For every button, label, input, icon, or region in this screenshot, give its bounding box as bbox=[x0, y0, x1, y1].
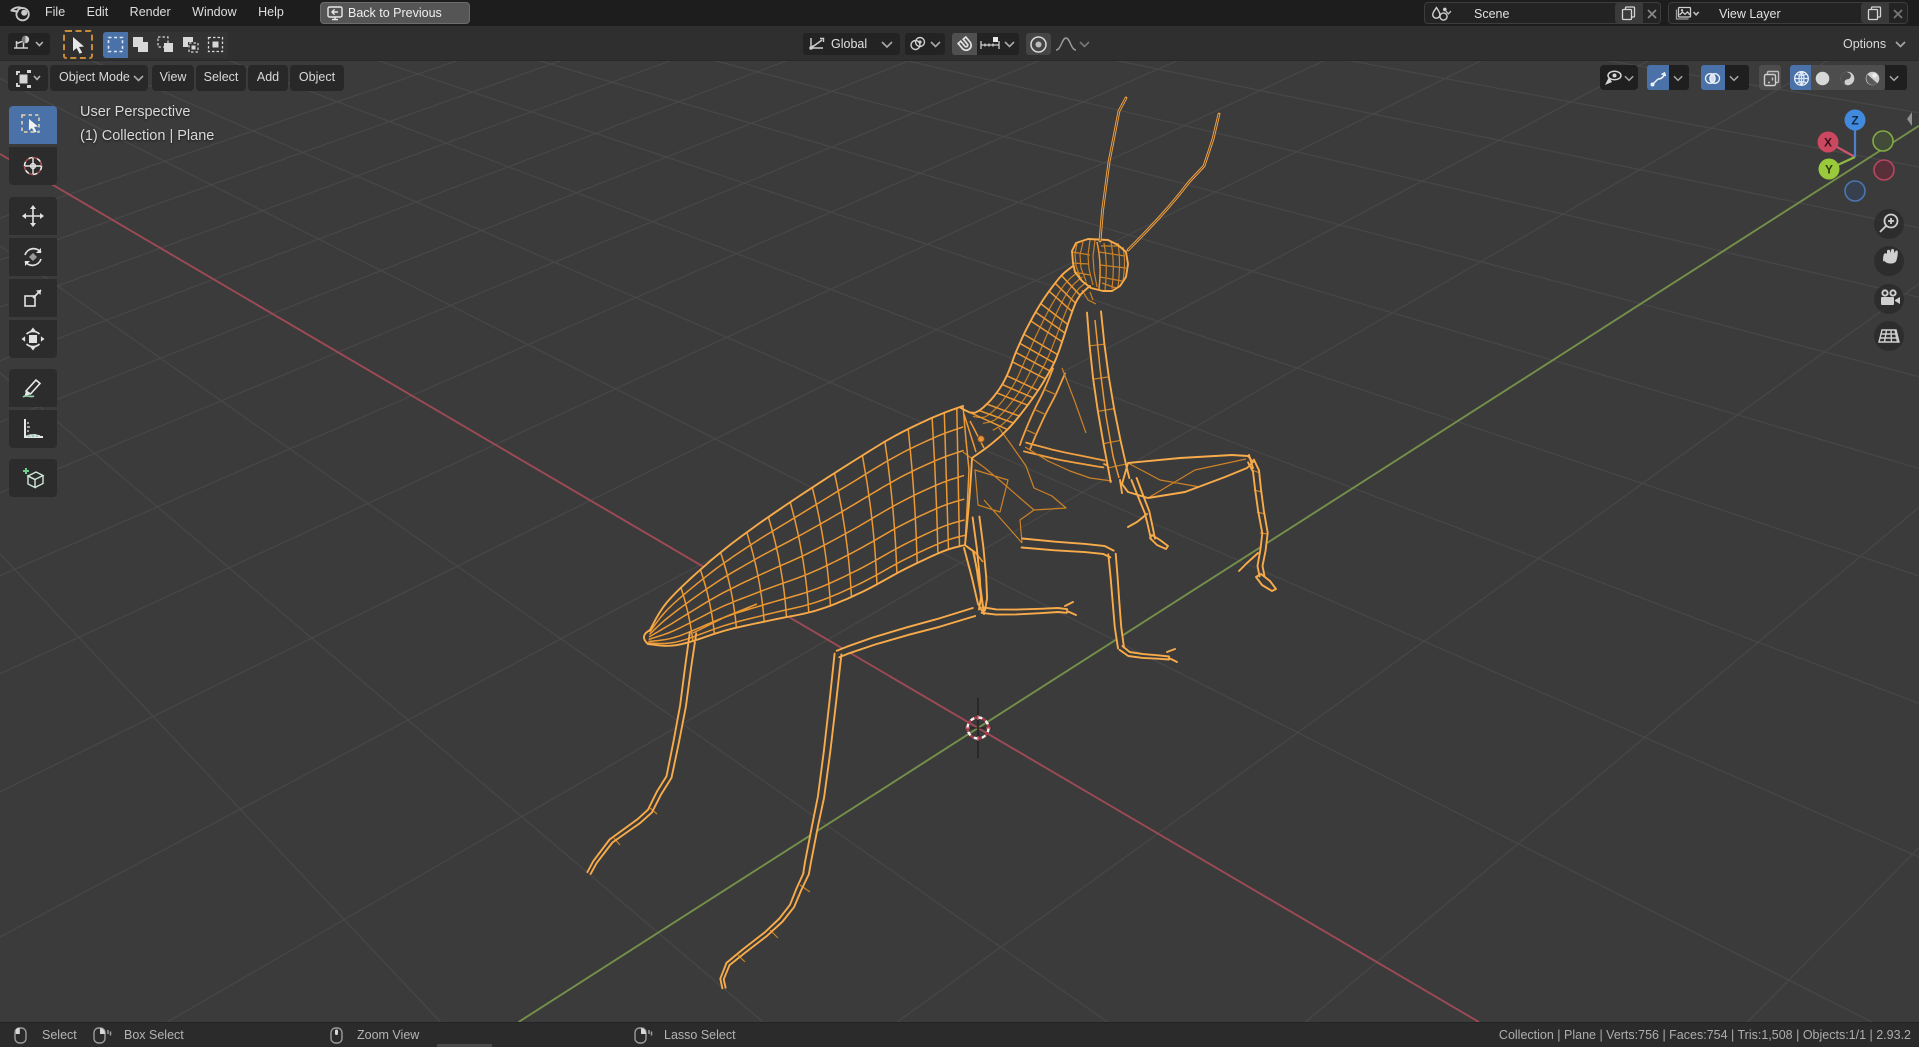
svg-text:Z: Z bbox=[1851, 114, 1858, 128]
svg-text:X: X bbox=[1824, 136, 1832, 150]
svg-text:Y: Y bbox=[1825, 163, 1833, 177]
